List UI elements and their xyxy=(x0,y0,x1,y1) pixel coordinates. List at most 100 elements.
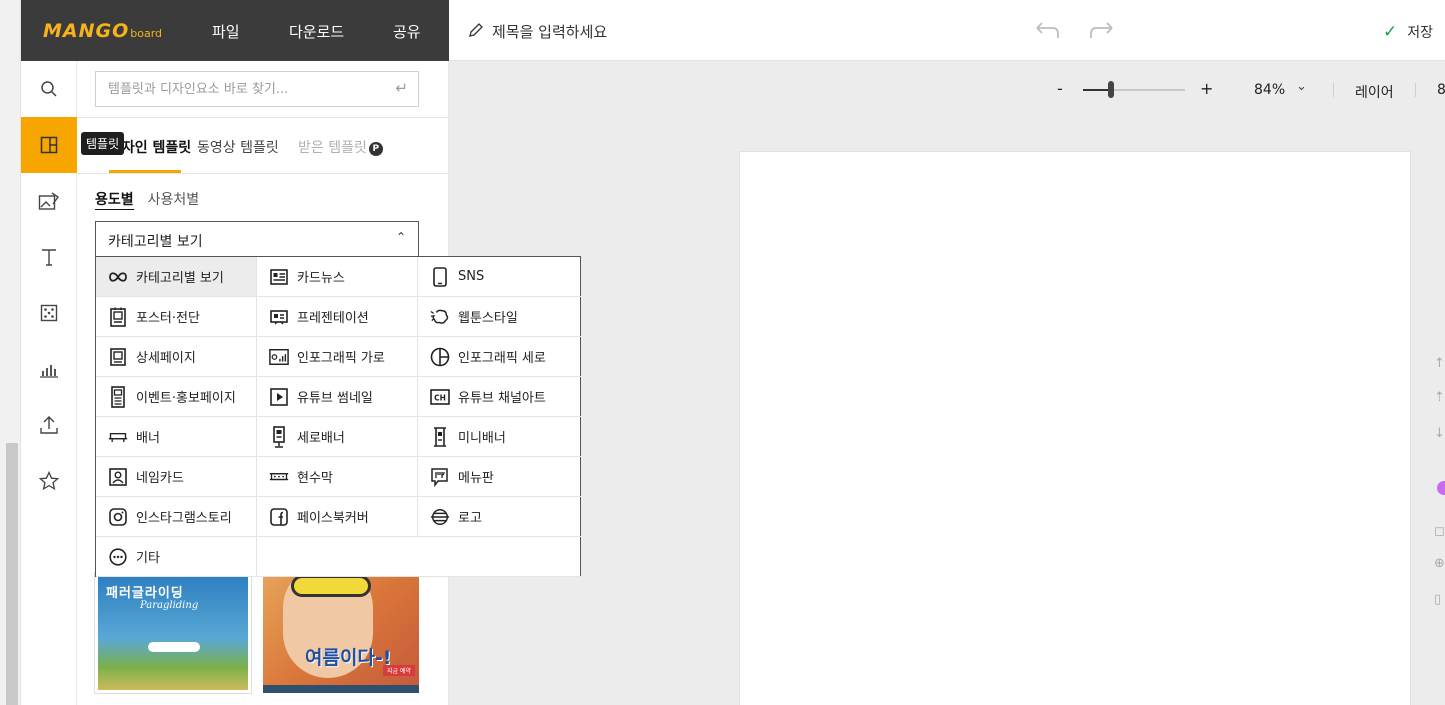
rail-image-button[interactable] xyxy=(21,173,77,229)
menu-download[interactable]: 다운로드 xyxy=(289,21,344,42)
category-option-label: 미니배너 xyxy=(458,431,506,446)
category-option[interactable]: 미니배너 xyxy=(418,417,581,457)
copy-icon[interactable]: ⇡ xyxy=(1434,390,1445,405)
poster-icon xyxy=(108,307,128,327)
zoom-bar: - + 84% ⌄ 레이어 8 xyxy=(449,61,1445,119)
category-option[interactable]: 인포그래픽 가로 xyxy=(257,337,418,377)
infographic-horizontal-icon xyxy=(269,347,289,367)
design-page[interactable] xyxy=(739,151,1411,705)
top-menu-bar: MANGO board 파일 다운로드 공유 xyxy=(21,0,449,61)
separator xyxy=(1415,83,1416,97)
category-option[interactable]: 유튜브 썸네일 xyxy=(257,377,418,417)
rail-element-button[interactable] xyxy=(21,285,77,341)
title-placeholder: 제목을 입력하세요 xyxy=(492,23,608,41)
more-icon xyxy=(108,547,128,567)
undo-icon[interactable] xyxy=(1033,20,1063,42)
zoom-in-button[interactable]: + xyxy=(1200,79,1213,98)
category-option[interactable]: 인스타그램스토리 xyxy=(96,497,257,537)
category-option[interactable]: 상세페이지 xyxy=(96,337,257,377)
rail-text-button[interactable] xyxy=(21,229,77,285)
category-select[interactable]: 카테고리별 보기 ⌃ xyxy=(95,221,419,257)
arrow-up-icon[interactable]: ↑ xyxy=(1434,356,1445,371)
save-label: 저장 xyxy=(1407,25,1434,41)
youtube-thumbnail-icon xyxy=(269,387,289,407)
text-icon xyxy=(42,249,56,266)
category-option-label: 메뉴판 xyxy=(458,471,494,486)
tool-rail xyxy=(21,61,77,705)
arrow-down-icon[interactable]: ↓ xyxy=(1434,426,1445,441)
title-edit[interactable]: 제목을 입력하세요 xyxy=(468,21,607,42)
rail-chart-button[interactable] xyxy=(21,341,77,397)
chevron-down-icon[interactable]: ⌄ xyxy=(1296,79,1307,94)
template-thumbnail[interactable]: 패러글라이딩 Paragliding xyxy=(94,572,252,694)
editor-header: 제목을 입력하세요 ✓ 저장 xyxy=(449,0,1445,61)
category-option[interactable]: 네임카드 xyxy=(96,457,257,497)
template-search: ↵ xyxy=(95,71,419,107)
category-option-label: 기타 xyxy=(136,551,160,566)
page-count[interactable]: 8 xyxy=(1437,82,1445,98)
check-icon: ✓ xyxy=(1383,22,1398,42)
redo-icon[interactable] xyxy=(1088,20,1118,42)
template-search-input[interactable] xyxy=(96,72,376,106)
layer-button[interactable]: 레이어 xyxy=(1355,82,1394,102)
page-add-icon[interactable]: ◻ xyxy=(1434,524,1445,539)
webtoon-icon xyxy=(430,307,450,327)
category-option-label: 배너 xyxy=(136,431,160,446)
color-icon[interactable] xyxy=(1434,480,1445,500)
browser-scrollbar-thumb[interactable] xyxy=(6,443,18,705)
rail-upload-button[interactable] xyxy=(21,397,77,453)
category-option[interactable]: 인포그래픽 세로 xyxy=(418,337,581,377)
instagram-icon xyxy=(108,507,128,527)
category-option[interactable]: CH 유튜브 채널아트 xyxy=(418,377,581,417)
thumbnail-button-shape xyxy=(148,642,200,652)
category-dropdown: 카테고리별 보기 카드뉴스 SNS 포스터·전단 프레젠테이션 웹툰스타일상세페이지 인포그… xyxy=(95,256,581,577)
category-option-label: 상세페이지 xyxy=(136,351,196,366)
element-icon xyxy=(40,304,58,322)
premium-badge: P xyxy=(368,142,383,156)
category-option[interactable]: 페이스북커버 xyxy=(257,497,418,537)
category-option[interactable]: 이벤트·홍보페이지 xyxy=(96,377,257,417)
category-option[interactable]: 현수막 xyxy=(257,457,418,497)
rail-template-button[interactable] xyxy=(21,117,77,173)
category-option[interactable]: 로고 xyxy=(418,497,581,537)
browser-scroll-strip xyxy=(0,0,21,705)
empty-cell xyxy=(418,537,581,577)
separator xyxy=(1333,83,1334,97)
presentation-icon xyxy=(269,307,289,327)
zoom-slider-handle[interactable] xyxy=(1108,81,1114,98)
category-option[interactable]: 프레젠테이션 xyxy=(257,297,418,337)
cardnews-icon xyxy=(269,267,289,287)
enter-icon[interactable]: ↵ xyxy=(395,79,408,97)
save-status[interactable]: ✓ 저장 xyxy=(1383,22,1433,42)
category-option[interactable]: 카드뉴스 xyxy=(257,257,418,297)
category-option[interactable]: 기타 xyxy=(96,537,257,577)
template-thumbnail[interactable]: 여름이다-! 지금 예약 xyxy=(263,573,419,693)
subtab-by-usage[interactable]: 사용처별 xyxy=(148,189,200,210)
zoom-out-button[interactable]: - xyxy=(1057,79,1063,98)
category-option-label: 포스터·전단 xyxy=(136,311,200,326)
thumbnail-title: 여름이다-! xyxy=(305,647,392,669)
category-option[interactable]: SNS xyxy=(418,257,581,297)
menu-share[interactable]: 공유 xyxy=(393,21,421,42)
rail-favorite-button[interactable] xyxy=(21,453,77,509)
plus-circle-icon[interactable]: ⊕ xyxy=(1434,556,1445,571)
category-option-label: 로고 xyxy=(458,511,482,526)
mangoboard-logo[interactable]: MANGO board xyxy=(43,20,162,42)
tab-received-template[interactable]: 받은 템플릿 P xyxy=(298,137,383,157)
category-option[interactable]: 카테고리별 보기 xyxy=(96,257,257,297)
tab-video-template[interactable]: 동영상 템플릿 xyxy=(197,137,279,157)
category-option[interactable]: 배너 xyxy=(96,417,257,457)
category-option-label: 인포그래픽 세로 xyxy=(458,351,546,366)
thumbnail-sunglasses-shape xyxy=(291,575,371,597)
subtab-by-purpose[interactable]: 용도별 xyxy=(95,189,134,210)
trash-icon[interactable]: ▯ xyxy=(1434,592,1441,607)
menu-file[interactable]: 파일 xyxy=(212,21,240,42)
rail-search-button[interactable] xyxy=(21,61,77,117)
zoom-value[interactable]: 84% xyxy=(1254,82,1285,98)
zoom-slider[interactable] xyxy=(1083,89,1185,91)
category-option[interactable]: 웹툰스타일 xyxy=(418,297,581,337)
category-option[interactable]: 메뉴판 xyxy=(418,457,581,497)
category-option[interactable]: 세로배너 xyxy=(257,417,418,457)
category-option-label: 인포그래픽 가로 xyxy=(297,351,385,366)
category-option[interactable]: 포스터·전단 xyxy=(96,297,257,337)
